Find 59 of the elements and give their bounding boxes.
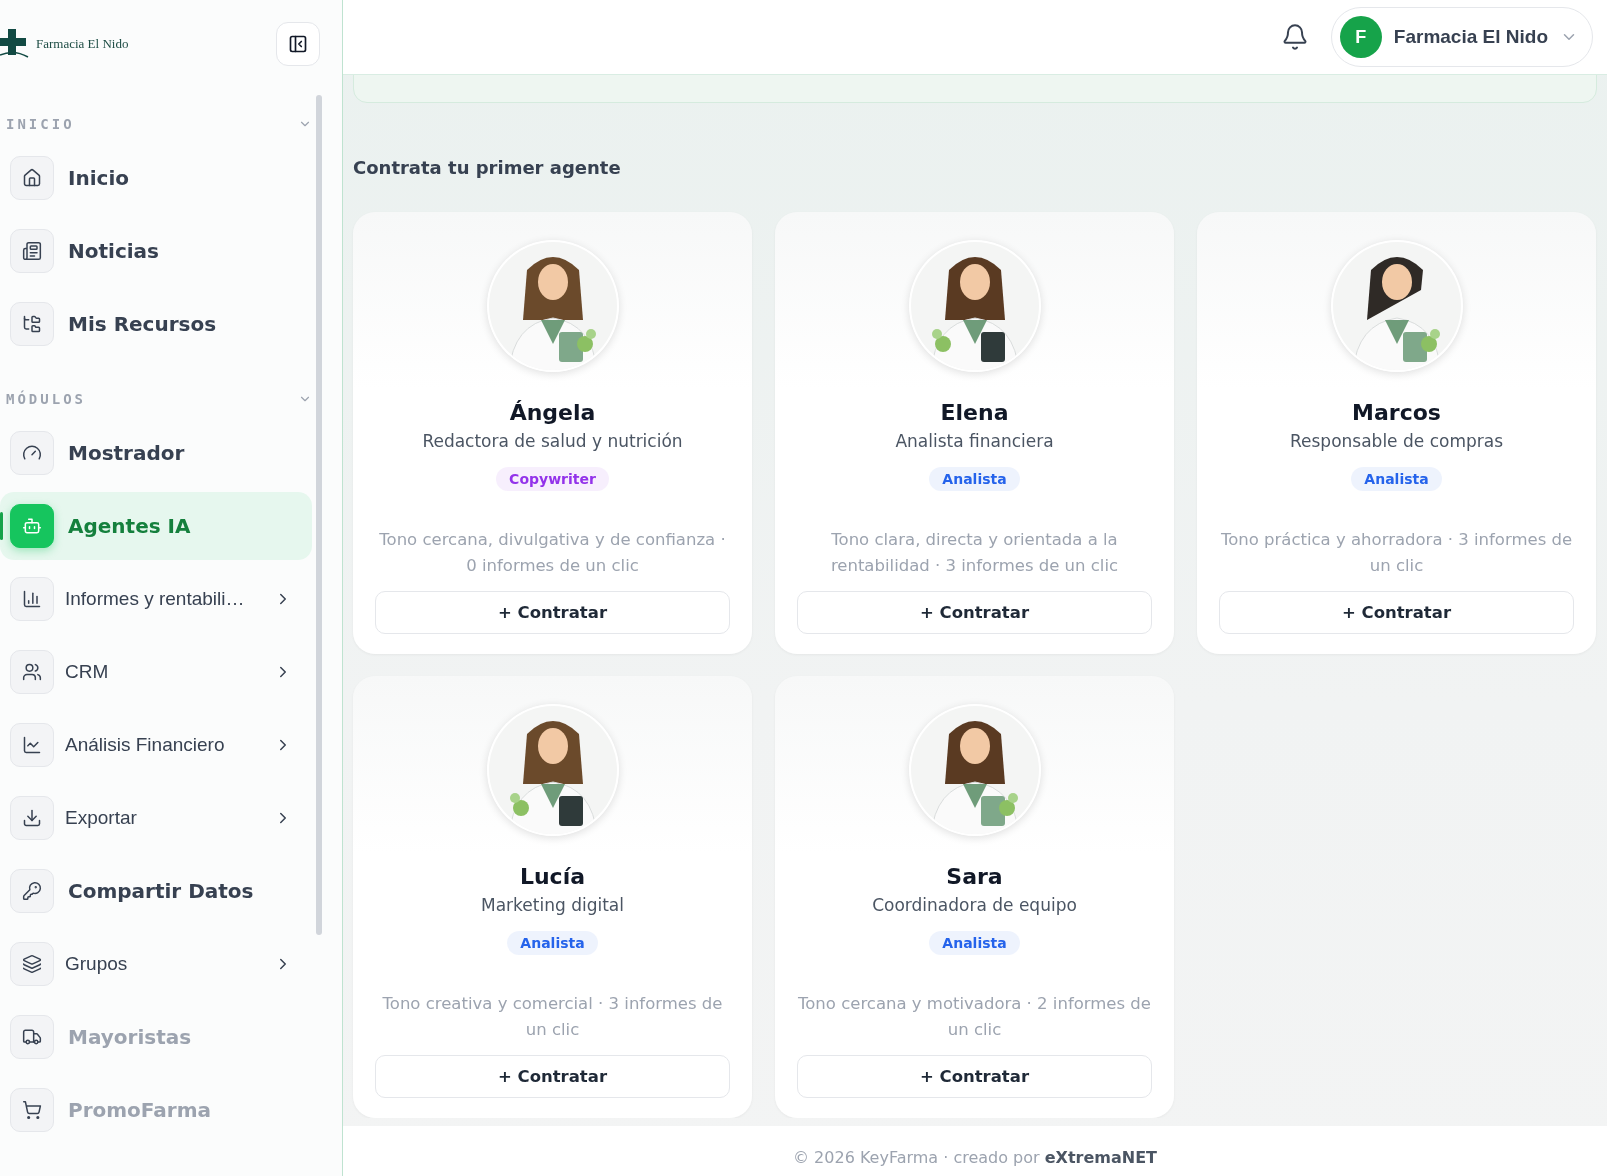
- agent-role: Analista financiera: [895, 431, 1054, 451]
- account-avatar: F: [1339, 16, 1382, 58]
- agent-name: Ángela: [509, 400, 596, 425]
- account-menu[interactable]: F Farmacia El Nido: [1330, 7, 1593, 67]
- logo-text: Farmacia El Nido: [36, 36, 129, 52]
- sidebar-item[interactable]: CRM: [0, 638, 312, 706]
- hire-button[interactable]: + Contratar: [1219, 591, 1574, 634]
- sidebar-item[interactable]: Mis Recursos: [0, 290, 312, 358]
- hire-button[interactable]: + Contratar: [375, 1055, 730, 1098]
- robot-icon: [22, 516, 42, 536]
- hire-button[interactable]: + Contratar: [797, 1055, 1152, 1098]
- sidebar-item[interactable]: Informes y rentabili…: [0, 565, 312, 633]
- house-icon: [22, 168, 42, 188]
- agent-role: Marketing digital: [481, 895, 624, 915]
- account-name: Farmacia El Nido: [1393, 26, 1548, 48]
- collapse-sidebar-button[interactable]: [276, 22, 320, 66]
- agent-description: Tono creativa y comercial · 3 informes de un clic: [381, 993, 724, 1041]
- agent-tag: Analista: [507, 931, 598, 955]
- agent-description: Tono cercana y motivadora · 2 informes de un clic: [797, 993, 1152, 1041]
- section-heading: Contrata tu primer agente: [353, 157, 622, 178]
- agent-tag: Copywriter: [496, 467, 609, 491]
- footer-text: © 2026 KeyFarma · creado por eXtremaNET: [793, 1147, 1157, 1167]
- folder-tree-icon: [22, 314, 42, 334]
- sidebar-item[interactable]: Mostrador: [0, 419, 312, 487]
- layers-icon: [22, 954, 42, 974]
- agent-role: Redactora de salud y nutrición: [422, 431, 683, 451]
- users-icon: [22, 662, 42, 682]
- agent-tag: Analista: [929, 931, 1020, 955]
- sidebar-item[interactable]: Exportar: [0, 784, 312, 852]
- gauge-icon: [22, 443, 42, 463]
- section-title: MÓDULOS: [6, 391, 86, 407]
- sidebar-item[interactable]: Análisis Financiero: [0, 711, 312, 779]
- bar-chart-icon: [22, 589, 42, 609]
- agent-role: Coordinadora de equipo: [872, 895, 1077, 915]
- line-chart-icon: [22, 735, 42, 755]
- key-icon: [22, 881, 42, 901]
- agent-description: Tono práctica y ahorradora · 3 informes de un clic: [1219, 529, 1574, 577]
- agent-description: Tono clara, directa y orientada a la rentabilidad · 3 informes de un clic: [829, 529, 1120, 577]
- sidebar-collapse-icon: [288, 34, 308, 54]
- agent-name: Lucía: [519, 864, 586, 889]
- truck-icon: [22, 1027, 42, 1047]
- agent-role: Responsable de compras: [1290, 431, 1503, 451]
- hire-button[interactable]: + Contratar: [375, 591, 730, 634]
- hire-button[interactable]: + Contratar: [797, 591, 1152, 634]
- cart-icon: [22, 1100, 42, 1120]
- sidebar-item[interactable]: Grupos: [0, 930, 312, 998]
- sidebar-item[interactable]: Inicio: [0, 144, 312, 212]
- agent-name: Marcos: [1352, 400, 1441, 425]
- sidebar-item[interactable]: Agentes IA: [0, 492, 312, 560]
- agent-tag: Analista: [1351, 467, 1442, 491]
- section-title: INICIO: [6, 116, 75, 132]
- agent-name: Elena: [940, 400, 1009, 425]
- agent-name: Sara: [946, 864, 1003, 889]
- sidebar-item[interactable]: Compartir Datos: [0, 857, 312, 925]
- sidebar-item[interactable]: Noticias: [0, 217, 312, 285]
- download-icon: [22, 808, 42, 828]
- agent-tag: Analista: [929, 467, 1020, 491]
- agent-description: Tono cercana, divulgativa y de confianza · 0 informes de un clic: [378, 529, 727, 577]
- newspaper-icon: [22, 241, 42, 261]
